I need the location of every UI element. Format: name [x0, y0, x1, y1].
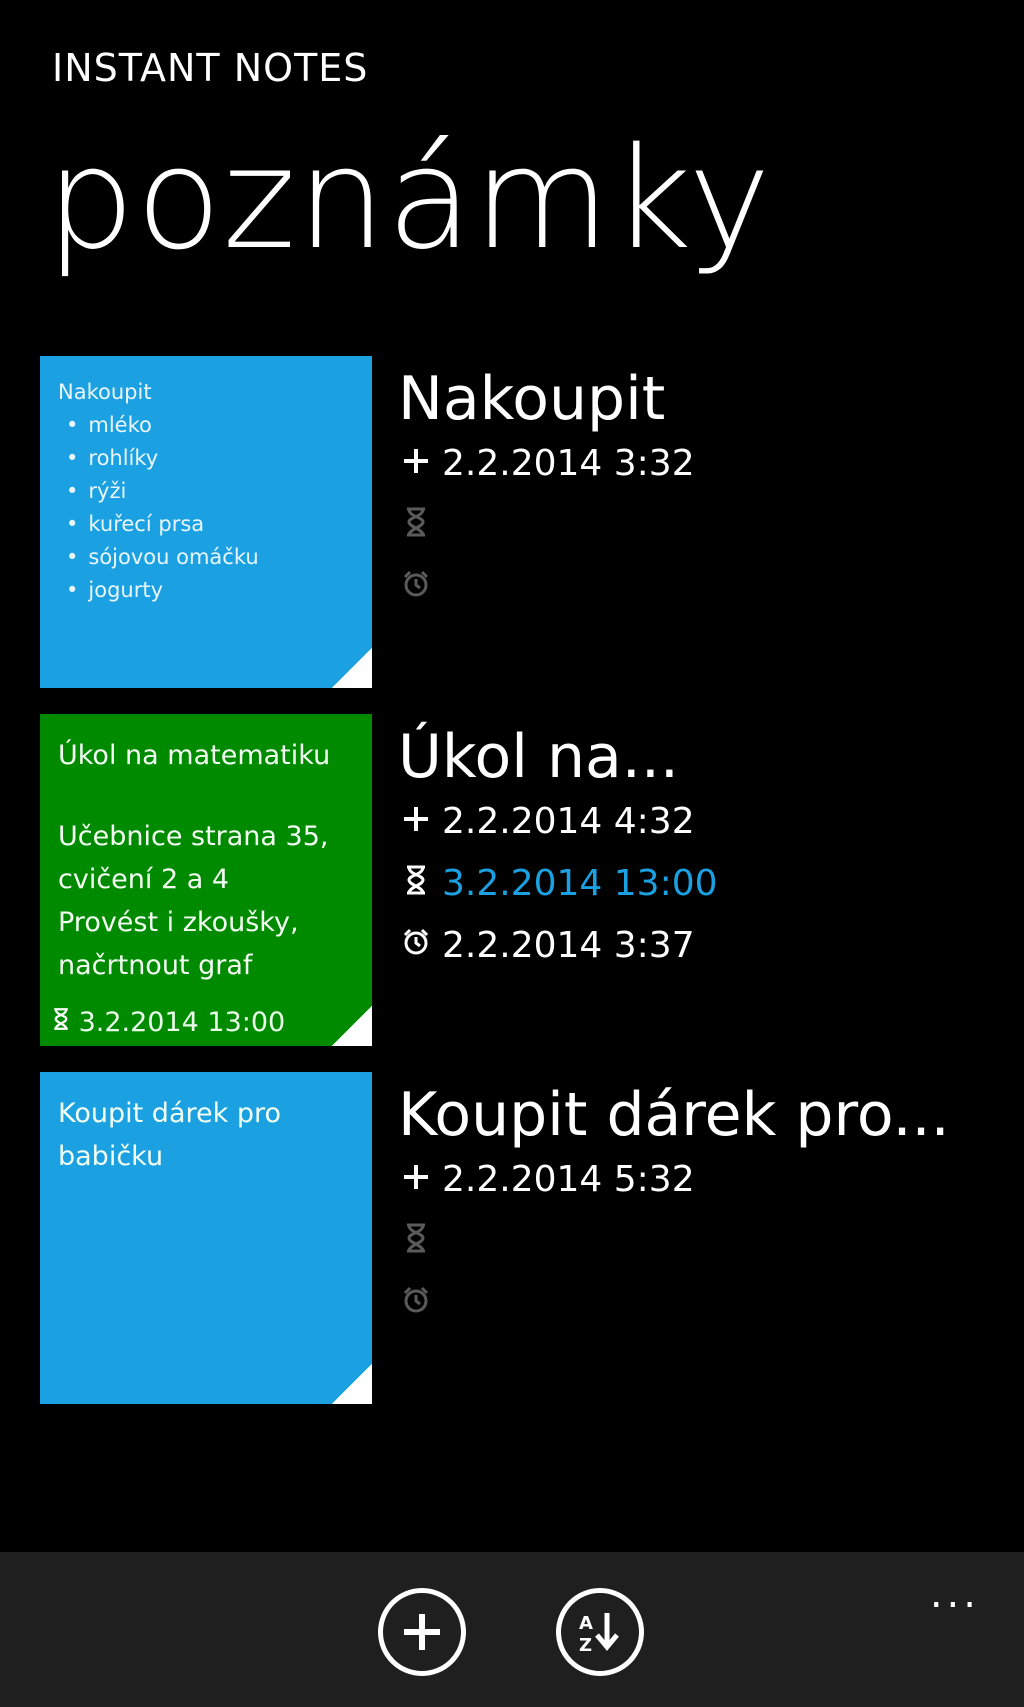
svg-text:A: A	[579, 1613, 593, 1634]
alarm-clock-icon	[398, 1283, 434, 1324]
card-text-line: Učebnice strana 35,	[58, 821, 329, 852]
note-card[interactable]: Nakoupit mléko rohlíky rýži kuřecí prsa …	[40, 356, 372, 688]
card-spacer	[58, 777, 354, 815]
card-text-line: cvičení 2 a 4	[58, 864, 230, 895]
note-card[interactable]: Koupit dárek pro babičku	[40, 1072, 372, 1404]
card-deadline: 3.2.2014 13:00	[52, 1007, 285, 1038]
note-info: Úkol na... 2.2.2014 4:32 3.2.2014 13:00 …	[398, 714, 998, 976]
card-bullet-item: sójovou omáčku	[66, 541, 354, 574]
note-item[interactable]: Koupit dárek pro babičku Koupit dárek pr…	[40, 1072, 1000, 1404]
plus-icon	[398, 1159, 434, 1200]
note-title: Nakoupit	[398, 364, 666, 434]
card-bullet-item: rohlíky	[66, 442, 354, 475]
hourglass-icon	[398, 863, 434, 904]
more-dots-icon: ...	[929, 1571, 980, 1617]
page-fold-icon	[332, 1364, 372, 1404]
hourglass-icon	[52, 1007, 79, 1038]
card-text-line: načrtnout graf	[58, 950, 253, 981]
note-info: Koupit dárek pro... 2.2.2014 5:32	[398, 1072, 998, 1334]
created-row: 2.2.2014 4:32	[398, 790, 998, 852]
deadline-date: 3.2.2014 13:00	[442, 862, 718, 904]
reminder-date: 2.2.2014 3:37	[442, 924, 695, 966]
created-date: 2.2.2014 5:32	[442, 1158, 695, 1200]
card-bullet-item: mléko	[66, 409, 354, 442]
card-bullet-item: jogurty	[66, 574, 354, 607]
card-text-line: babičku	[58, 1141, 164, 1172]
note-title: Koupit dárek pro...	[398, 1080, 950, 1150]
add-circle-icon	[404, 1614, 440, 1650]
card-text-line: Úkol na matematiku	[58, 740, 331, 771]
card-bullet-item: rýži	[66, 475, 354, 508]
created-row: 2.2.2014 3:32	[398, 432, 998, 494]
card-deadline-date: 3.2.2014 13:00	[78, 1007, 286, 1038]
deadline-row	[398, 494, 998, 556]
sort-az-icon: A Z	[579, 1613, 619, 1656]
hourglass-icon	[398, 1221, 434, 1262]
page-fold-icon	[332, 1006, 372, 1046]
alarm-clock-icon	[398, 567, 434, 608]
page-fold-icon	[332, 648, 372, 688]
note-info: Nakoupit 2.2.2014 3:32	[398, 356, 998, 618]
note-item[interactable]: Nakoupit mléko rohlíky rýži kuřecí prsa …	[40, 356, 1000, 688]
card-bullet-item: kuřecí prsa	[66, 508, 354, 541]
card-bullet-list: mléko rohlíky rýži kuřecí prsa sójovou o…	[58, 409, 354, 607]
reminder-row: 2.2.2014 3:37	[398, 914, 998, 976]
sort-az-button[interactable]: A Z	[556, 1588, 644, 1676]
created-date: 2.2.2014 3:32	[442, 442, 695, 484]
page-title: poznámky	[46, 118, 772, 281]
plus-icon	[398, 801, 434, 842]
more-button[interactable]: ...	[930, 1574, 980, 1614]
reminder-row	[398, 1272, 998, 1334]
note-card[interactable]: Úkol na matematiku Učebnice strana 35, c…	[40, 714, 372, 1046]
hourglass-icon	[398, 505, 434, 546]
plus-icon	[398, 443, 434, 484]
created-date: 2.2.2014 4:32	[442, 800, 695, 842]
deadline-row	[398, 1210, 998, 1272]
alarm-clock-icon	[398, 925, 434, 966]
card-text-line: Koupit dárek pro	[58, 1098, 281, 1129]
note-item[interactable]: Úkol na matematiku Učebnice strana 35, c…	[40, 714, 1000, 1046]
created-row: 2.2.2014 5:32	[398, 1148, 998, 1210]
add-note-button[interactable]	[378, 1588, 466, 1676]
app-bar: A Z ...	[0, 1552, 1024, 1707]
note-title: Úkol na...	[398, 722, 679, 792]
reminder-row	[398, 556, 998, 618]
deadline-row: 3.2.2014 13:00	[398, 852, 998, 914]
app-title: INSTANT NOTES	[52, 46, 369, 90]
svg-text:Z: Z	[579, 1635, 592, 1656]
card-heading: Nakoupit	[58, 380, 152, 404]
card-text-line: Provést i zkoušky,	[58, 907, 299, 938]
